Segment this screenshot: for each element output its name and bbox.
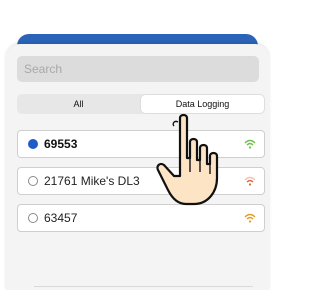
device-name: 21761 Mike's DL3 [44, 174, 140, 188]
search-input[interactable] [17, 56, 259, 82]
device-picker-screen: All Data Logging 69553 21761 Mike's DL3 [0, 0, 275, 290]
device-name: 63457 [44, 211, 78, 225]
radio-unselected[interactable] [28, 213, 38, 223]
tab-all[interactable]: All [17, 94, 140, 114]
tab-data-logging[interactable]: Data Logging [141, 95, 264, 113]
filter-segmented-control: All Data Logging [17, 94, 265, 114]
wifi-signal-icon [244, 176, 256, 186]
radio-selected[interactable] [28, 139, 38, 149]
device-name: 69553 [44, 137, 78, 151]
wifi-signal-icon [244, 213, 256, 223]
wifi-signal-icon [244, 139, 256, 149]
radio-unselected[interactable] [28, 176, 38, 186]
bottom-divider [34, 286, 253, 287]
tap-hand-icon [156, 113, 219, 206]
